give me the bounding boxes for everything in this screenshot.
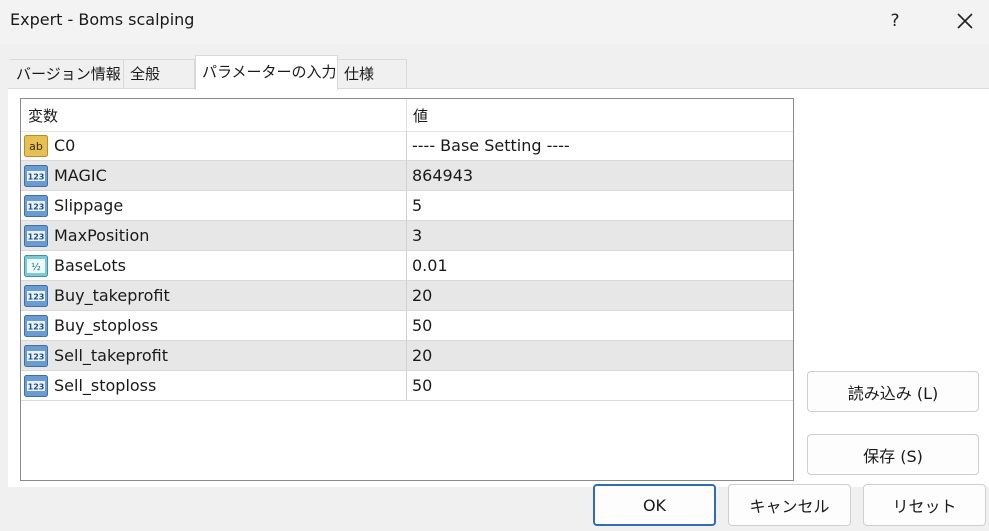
grid-header: 変数 値: [21, 99, 793, 132]
svg-text:ab: ab: [29, 140, 43, 153]
table-row[interactable]: 123 Sell_stoploss 50: [21, 371, 793, 401]
cell-separator: [406, 161, 407, 190]
svg-text:½: ½: [31, 261, 41, 273]
param-value[interactable]: ---- Base Setting ----: [412, 131, 570, 160]
integer-123-icon: 123: [24, 345, 48, 367]
param-value[interactable]: 5: [412, 191, 422, 220]
tab-specification[interactable]: 仕様: [338, 59, 407, 88]
integer-123-icon: 123: [24, 315, 48, 337]
param-value[interactable]: 20: [412, 341, 432, 370]
cell-separator: [406, 221, 407, 250]
param-name: Sell_stoploss: [54, 376, 157, 395]
param-name: Buy_stoploss: [54, 316, 159, 335]
table-row[interactable]: ½ BaseLots 0.01: [21, 251, 793, 281]
param-name: C0: [54, 136, 76, 155]
title-bar: Expert - Boms scalping ?: [0, 0, 989, 44]
svg-text:123: 123: [28, 293, 45, 302]
load-button[interactable]: 読み込み (L): [807, 371, 979, 412]
cell-separator: [406, 371, 407, 400]
tab-general[interactable]: 全般: [124, 59, 195, 88]
param-name: BaseLots: [54, 256, 126, 275]
table-row[interactable]: 123 Slippage 5: [21, 191, 793, 221]
integer-123-icon: 123: [24, 165, 48, 187]
reset-button[interactable]: リセット: [863, 484, 986, 526]
cell-separator: [406, 311, 407, 340]
param-value[interactable]: 20: [412, 281, 432, 310]
table-row[interactable]: ab C0 ---- Base Setting ----: [21, 131, 793, 161]
param-value[interactable]: 50: [412, 311, 432, 340]
help-button[interactable]: ?: [880, 6, 910, 36]
string-ab-icon: ab: [24, 135, 48, 157]
window-title: Expert - Boms scalping: [10, 10, 195, 29]
integer-123-icon: 123: [24, 375, 48, 397]
cell-separator: [406, 281, 407, 310]
table-row[interactable]: 123 Buy_takeprofit 20: [21, 281, 793, 311]
svg-text:123: 123: [28, 353, 45, 362]
param-value[interactable]: 0.01: [412, 251, 448, 280]
ok-button[interactable]: OK: [593, 484, 716, 526]
save-button[interactable]: 保存 (S): [807, 434, 979, 475]
svg-text:123: 123: [28, 383, 45, 392]
integer-123-icon: 123: [24, 225, 48, 247]
close-button[interactable]: [950, 6, 980, 36]
param-name: MAGIC: [54, 166, 107, 185]
cell-separator: [406, 341, 407, 370]
parameter-grid[interactable]: 変数 値 ab C0 ---- Base Setting ---- 123 MA…: [20, 98, 794, 481]
table-row[interactable]: 123 MaxPosition 3: [21, 221, 793, 251]
tab-parameters[interactable]: パラメーターの入力: [195, 55, 338, 90]
param-name: MaxPosition: [54, 226, 150, 245]
svg-text:123: 123: [28, 203, 45, 212]
cancel-button[interactable]: キャンセル: [728, 484, 851, 526]
svg-text:123: 123: [28, 173, 45, 182]
integer-123-icon: 123: [24, 285, 48, 307]
tab-version-info[interactable]: バージョン情報: [10, 59, 124, 88]
column-header-value[interactable]: 値: [406, 99, 428, 131]
param-name: Buy_takeprofit: [54, 286, 170, 305]
table-row[interactable]: 123 Buy_stoploss 50: [21, 311, 793, 341]
param-value[interactable]: 3: [412, 221, 422, 250]
cell-separator: [406, 191, 407, 220]
param-name: Slippage: [54, 196, 124, 215]
svg-text:123: 123: [28, 233, 45, 242]
table-row[interactable]: 123 MAGIC 864943: [21, 161, 793, 191]
cell-separator: [406, 131, 407, 160]
close-icon: [957, 13, 973, 29]
param-value[interactable]: 50: [412, 371, 432, 400]
double-half-icon: ½: [24, 255, 48, 277]
column-header-variable[interactable]: 変数: [21, 99, 58, 131]
param-value[interactable]: 864943: [412, 161, 473, 190]
table-row[interactable]: 123 Sell_takeprofit 20: [21, 341, 793, 371]
integer-123-icon: 123: [24, 195, 48, 217]
svg-text:123: 123: [28, 323, 45, 332]
cell-separator: [406, 251, 407, 280]
param-name: Sell_takeprofit: [54, 346, 169, 365]
